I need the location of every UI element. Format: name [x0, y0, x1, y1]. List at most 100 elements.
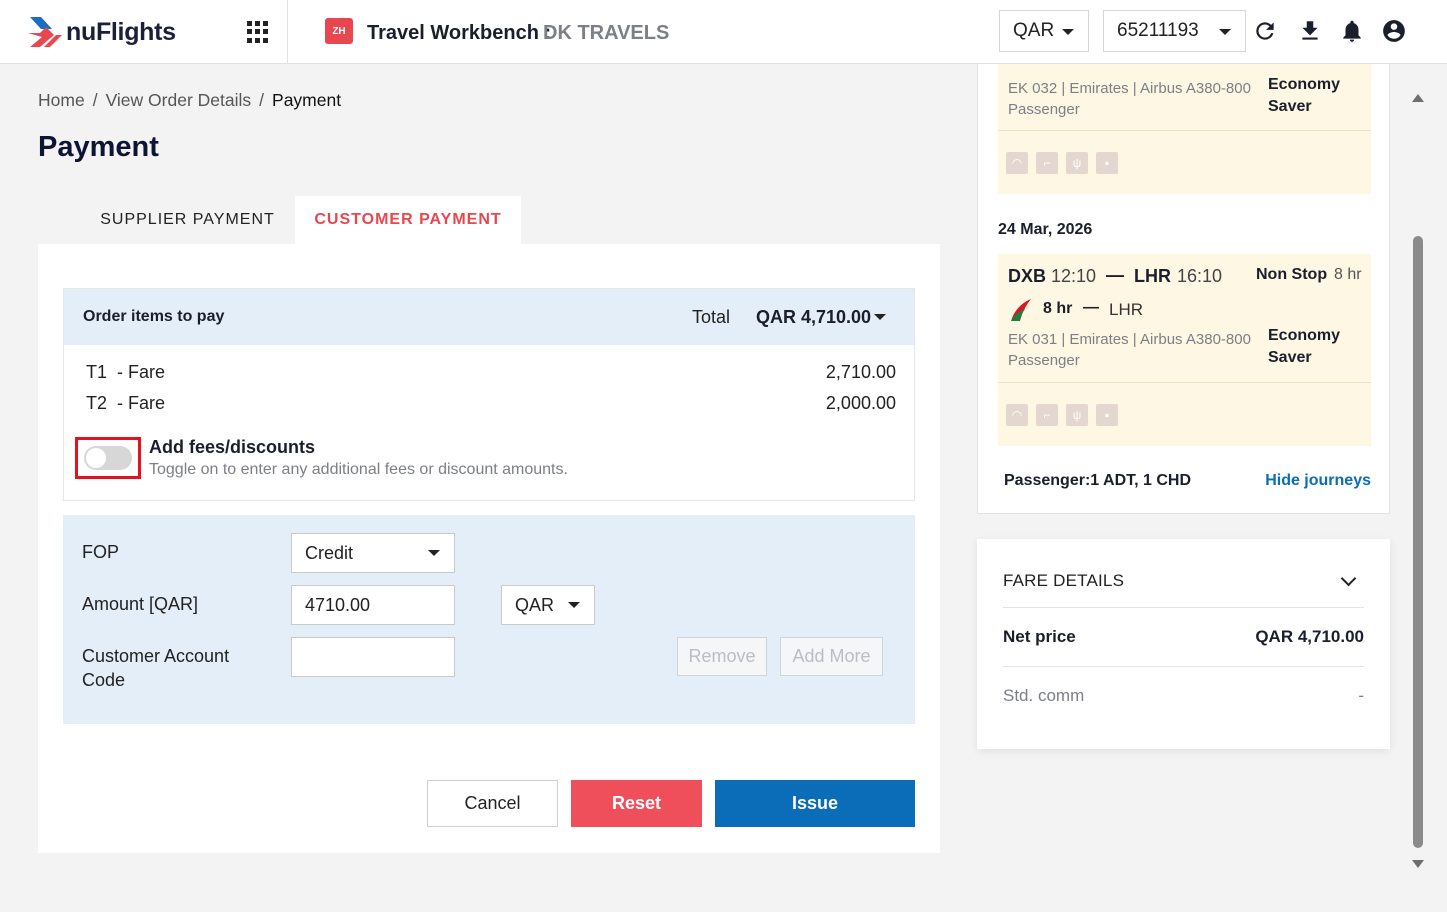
logo-text: nuFlights	[66, 17, 176, 46]
account-code-label: Customer Account Code	[82, 646, 230, 690]
net-price-value: QAR 4,710.00	[1255, 627, 1364, 646]
nuflights-logo[interactable]: nuFlights	[28, 12, 176, 52]
total-label: Total	[692, 307, 731, 327]
breadcrumb: Home / View Order Details / Payment	[38, 90, 341, 111]
baggage-icon: ▪	[1096, 404, 1118, 426]
chevron-down-icon	[428, 550, 440, 556]
customer-payment-card: Order items to pay Total QAR 4,710.00 T1…	[38, 244, 940, 853]
fare-item-label: T1 - Fare	[86, 362, 166, 382]
agency-name: DK TRAVELS	[543, 22, 670, 44]
fare-brand: Saver	[1268, 349, 1312, 366]
fare-brand: Saver	[1268, 98, 1312, 115]
fare-details-title[interactable]: FARE DETAILS	[1003, 571, 1124, 591]
currency-value: QAR	[1013, 20, 1055, 41]
leg-destination: LHR	[1109, 300, 1144, 319]
refresh-icon[interactable]	[1252, 18, 1278, 44]
fop-value: Credit	[305, 542, 354, 563]
amount-input[interactable]: 4710.00	[291, 585, 455, 625]
fare-item-row: T1 - Fare 2,710.00	[86, 362, 896, 383]
header-divider	[287, 0, 288, 64]
wifi-icon: ◠	[1006, 152, 1028, 174]
seat-icon: ⌐	[1036, 152, 1058, 174]
leg-duration: 8 hr	[1043, 300, 1073, 317]
chevron-down-icon[interactable]	[1340, 570, 1357, 587]
fare-item-label: T2 - Fare	[86, 393, 166, 413]
hide-journeys-link[interactable]: Hide journeys	[1265, 472, 1371, 490]
divider	[1003, 666, 1364, 667]
fees-title: Add fees/discounts	[149, 437, 316, 457]
route-dash: —	[1106, 265, 1124, 285]
fees-discounts-toggle[interactable]	[84, 446, 132, 470]
stops-label: Non Stop	[1256, 266, 1328, 283]
scroll-up-arrow-icon[interactable]	[1412, 94, 1424, 102]
wifi-icon: ◠	[1006, 404, 1028, 426]
fop-panel: FOP Credit Amount [QAR] 4710.00 QAR Cust…	[63, 515, 915, 724]
journey-date: 24 Mar, 2026	[998, 221, 1093, 238]
apps-grid-icon[interactable]	[247, 21, 271, 43]
account-id-value: 65211193	[1117, 20, 1199, 41]
fop-select[interactable]: Credit	[291, 533, 455, 573]
std-comm-value: -	[1358, 686, 1364, 705]
order-items-header[interactable]: Order items to pay Total QAR 4,710.00	[64, 289, 914, 345]
chevron-down-icon	[568, 602, 580, 608]
order-items-label: Order items to pay	[83, 308, 225, 325]
baggage-icon: ▪	[1096, 152, 1118, 174]
scroll-down-arrow-icon[interactable]	[1412, 860, 1424, 868]
tab-customer-payment[interactable]: CUSTOMER PAYMENT	[295, 196, 521, 244]
workbench-icon: ZH	[325, 18, 353, 44]
amount-currency-select[interactable]: QAR	[501, 585, 595, 625]
passenger-summary: Passenger:1 ADT, 1 CHD	[1004, 472, 1192, 489]
fop-label: FOP	[82, 542, 120, 562]
flight-segment: EK 032 | Emirates | Airbus A380-800 Pass…	[998, 64, 1371, 194]
remove-button[interactable]: Remove	[677, 637, 767, 676]
currency-select[interactable]: QAR	[999, 10, 1089, 52]
flight-info: EK 032 | Emirates | Airbus A380-800	[1008, 80, 1251, 97]
divider	[1003, 607, 1364, 608]
departure-time: 12:10	[1051, 266, 1097, 286]
fare-item-row: T2 - Fare 2,000.00	[86, 393, 896, 414]
account-icon[interactable]	[1381, 18, 1407, 44]
origin-code: DXB	[1008, 266, 1047, 286]
cancel-button[interactable]: Cancel	[427, 780, 558, 827]
arrival-time: 16:10	[1177, 266, 1223, 286]
breadcrumb-current: Payment	[272, 90, 342, 110]
issue-button[interactable]: Issue	[715, 780, 915, 827]
workbench-title: Travel Workbench :	[367, 22, 552, 44]
fare-item-amount: 2,000.00	[825, 393, 896, 413]
passenger-type: Passenger	[1008, 352, 1080, 369]
breadcrumb-home[interactable]: Home	[38, 90, 85, 111]
amount-label: Amount [QAR]	[82, 594, 199, 614]
tab-supplier-payment[interactable]: SUPPLIER PAYMENT	[80, 196, 295, 244]
chevron-down-icon[interactable]	[874, 314, 886, 320]
breadcrumb-separator: /	[92, 90, 98, 110]
amount-currency-value: QAR	[515, 594, 555, 615]
total-duration: 8 hr	[1334, 266, 1362, 283]
segment-divider	[998, 130, 1371, 131]
page-scrollbar[interactable]	[1409, 88, 1427, 874]
account-select[interactable]: 65211193	[1103, 10, 1246, 52]
passenger-type: Passenger	[1008, 101, 1080, 118]
breadcrumb-separator: /	[259, 90, 265, 110]
flight-info: EK 031 | Emirates | Airbus A380-800	[1008, 331, 1251, 348]
bell-icon[interactable]	[1339, 18, 1365, 44]
chevron-down-icon	[1219, 29, 1231, 35]
download-icon[interactable]	[1297, 18, 1323, 44]
order-items-panel: Order items to pay Total QAR 4,710.00 T1…	[63, 288, 915, 501]
breadcrumb-view-order[interactable]: View Order Details	[106, 90, 252, 111]
add-more-button[interactable]: Add More	[780, 637, 883, 676]
meal-icon: ψ	[1066, 152, 1088, 174]
account-code-input[interactable]	[291, 637, 455, 677]
reset-button[interactable]: Reset	[571, 780, 702, 827]
scrollbar-thumb[interactable]	[1413, 236, 1423, 848]
fees-subtitle: Toggle on to enter any additional fees o…	[149, 461, 568, 478]
fare-details-panel: FARE DETAILS Net price QAR 4,710.00 Std.…	[977, 539, 1390, 749]
nuflights-logo-mark-icon	[28, 17, 62, 47]
destination-code: LHR	[1134, 266, 1171, 286]
emirates-airline-icon	[1011, 299, 1031, 321]
cabin-class: Economy	[1268, 76, 1341, 93]
total-value: QAR 4,710.00	[756, 307, 872, 327]
toggle-knob	[86, 448, 106, 468]
amount-value: 4710.00	[305, 594, 371, 615]
fare-item-amount: 2,710.00	[825, 362, 896, 382]
leg-dash: —	[1083, 299, 1099, 316]
